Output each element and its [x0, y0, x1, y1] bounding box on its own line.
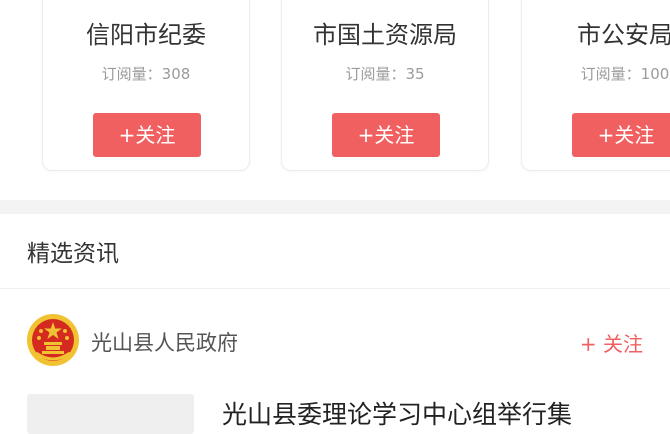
section-divider: [0, 200, 670, 214]
article-title[interactable]: 光山县委理论学习中心组举行集: [222, 395, 572, 431]
subscription-count: 订阅量：35: [345, 65, 425, 83]
section-title: 精选资讯: [27, 241, 119, 267]
card-title: 市国土资源局: [313, 21, 457, 49]
card-title: 市公安局: [577, 21, 670, 49]
follow-button[interactable]: +关注: [93, 113, 201, 157]
subscription-card[interactable]: 市国土资源局 订阅量：35 +关注: [281, 0, 489, 171]
follow-button[interactable]: +关注: [572, 113, 670, 157]
subscription-card[interactable]: 市公安局 订阅量：100 +关注: [521, 0, 670, 171]
subscription-count: 订阅量：308: [101, 65, 191, 83]
follow-link[interactable]: + 关注: [580, 328, 643, 357]
subscription-card-row: 信阳市纪委 订阅量：308 +关注 市国土资源局 订阅量：35 +关注 市公安局…: [0, 0, 670, 200]
national-emblem-icon[interactable]: [26, 313, 80, 367]
subscription-card[interactable]: 信阳市纪委 订阅量：308 +关注: [42, 0, 250, 171]
follow-button[interactable]: +关注: [332, 113, 440, 157]
subscription-count: 订阅量：100: [580, 65, 670, 83]
source-name[interactable]: 光山县人民政府: [91, 327, 238, 357]
article-thumbnail[interactable]: [27, 394, 194, 434]
card-title: 信阳市纪委: [86, 21, 206, 49]
divider-line: [0, 288, 670, 289]
